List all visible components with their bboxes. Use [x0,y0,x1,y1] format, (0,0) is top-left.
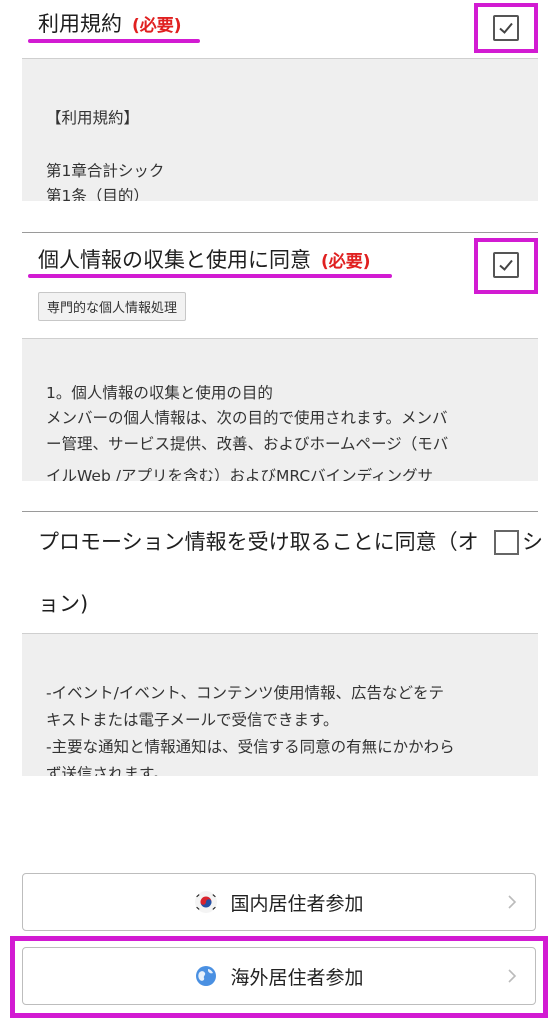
privacy-title-row: 個人情報の収集と使用に同意 (必要) [38,246,371,276]
privacy-content-panel[interactable]: 1。個人情報の収集と使用の目的 メンバーの個人情報は、次の目的で使用されます。メ… [22,338,538,481]
domestic-join-label: 国内居住者参加 [230,892,364,915]
promotion-title-line2: ョン) [38,592,89,616]
privacy-checkbox[interactable] [493,252,519,278]
globe-icon [196,966,217,986]
promotion-line-2: キストまたは電子メールで受信できます。 [46,711,339,729]
check-icon [499,22,513,34]
terms-required-label: (必要) [132,16,182,36]
promotion-title-line1: プロモーション情報を受け取ることに同意（オ [38,528,479,556]
promotion-checkbox[interactable] [494,530,519,555]
divider [22,232,538,233]
privacy-line-2: メンバーの個人情報は、次の目的で使用されます。メンバ [46,409,448,427]
terms-checkbox[interactable] [493,15,519,41]
terms-line-1: 【利用規約】 [46,109,140,127]
chevron-right-icon [508,895,517,909]
terms-title: 利用規約 [38,12,122,36]
check-icon [499,259,513,271]
promotion-line-1: -イベント/イベント、コンテンツ使用情報、広告などをテ [46,684,445,702]
promotion-line-3: -主要な通知と情報通知は、受信する同意の有無にかかわら [46,738,455,756]
terms-line-3: 第1章合計シック [46,162,165,180]
terms-content-panel[interactable]: 【利用規約】 第1章合計シック 第1条（目的） [22,58,538,201]
privacy-line-3: ー管理、サービス提供、改善、およびホームページ（モバ [46,435,449,453]
terms-title-row: 利用規約 (必要) [38,10,182,40]
divider [22,511,538,512]
privacy-highlight-underline [28,274,392,278]
korea-flag-icon [195,891,218,913]
promotion-title-text: プロモーション情報を受け取ることに同意（オ [38,530,479,554]
chevron-right-icon [508,969,517,983]
promotion-content-panel[interactable]: -イベント/イベント、コンテンツ使用情報、広告などをテ キストまたは電子メールで… [22,633,538,776]
privacy-detail-button[interactable]: 専門的な個人情報処理 [38,292,187,321]
terms-highlight-underline [28,39,200,43]
promotion-title-tail: シ [522,530,543,554]
terms-line-4: 第1条（目的） [46,187,149,201]
promotion-line-4: ず送信されます。 [46,765,169,776]
overseas-join-label: 海外居住者参加 [230,966,364,989]
domestic-join-button[interactable]: 国内居住者参加 [22,873,536,931]
overseas-join-button[interactable]: 海外居住者参加 [22,947,536,1005]
privacy-title: 個人情報の収集と使用に同意 [38,248,311,272]
privacy-line-1: 1。個人情報の収集と使用の目的 [46,384,273,402]
privacy-required-label: (必要) [321,252,371,272]
privacy-line-4: イルWeb /アプリを含む）およびMRCバインディングサ [46,467,434,481]
